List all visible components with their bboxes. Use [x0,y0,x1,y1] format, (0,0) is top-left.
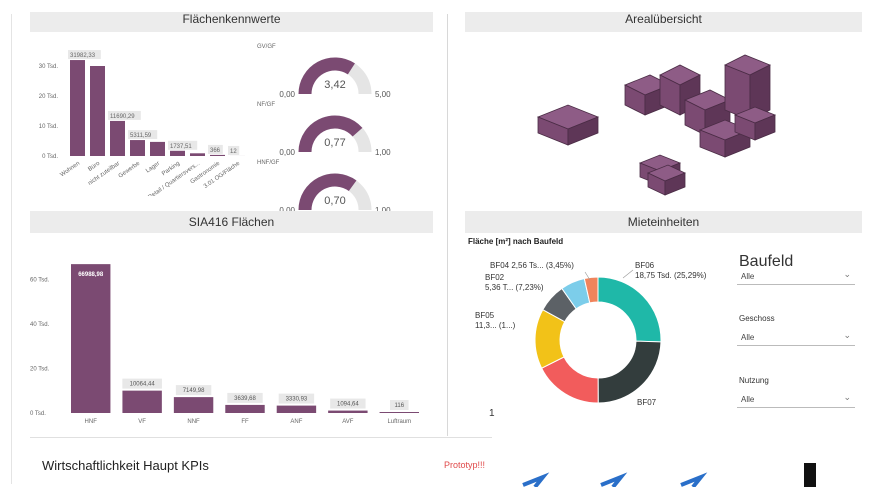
donut-subtitle: Fläche [m²] nach Baufeld [468,237,564,246]
gauge-value: 0,77 [324,137,345,149]
data-label: 366 [210,148,221,154]
data-label: 66988,98 [78,272,104,278]
gauge-label: HNF/GF [257,160,280,166]
center-divider [447,14,448,436]
bar[interactable] [130,140,145,156]
donut-data-label: BF05 [475,311,495,320]
bar[interactable] [122,390,162,413]
y-tick-label: 10 Tsd. [39,124,59,130]
y-tick-label: 30 Tsd. [39,64,59,70]
x-tick-label: FF [241,419,249,425]
bar[interactable] [70,60,85,156]
chevron-down-icon: ⌄ [843,269,851,279]
sia416-header: SIA416 Flächen [30,211,433,233]
donut-data-label: 18,75 Tsd. (25,29%) [635,271,707,280]
kpi-top-border [30,437,492,438]
arrow-right-icon [522,472,708,487]
prototype-label: Prototyp!!! [444,460,486,470]
chevron-down-icon: ⌄ [843,330,851,340]
gauge-min: 0,00 [279,148,295,157]
bar[interactable] [90,66,105,156]
x-tick-label: Gewerbe [118,160,142,179]
data-label: 10064,44 [130,382,156,388]
filter-baufeld-dropdown[interactable]: Alle ⌄ [737,266,855,285]
y-tick-label: 40 Tsd. [30,322,50,328]
mieteinheiten-header: Mieteinheiten [465,211,862,233]
filter-nutzung-dropdown[interactable]: Alle ⌄ [737,389,855,408]
data-label: 12 [230,149,237,155]
stray-label: 1 [489,408,495,419]
x-tick-label: Lager [145,161,161,175]
arrow-decoration [522,463,816,487]
bar[interactable] [173,397,214,413]
y-tick-label: 20 Tsd. [30,367,50,373]
bar[interactable] [170,150,185,156]
x-tick-label: HNF [85,419,98,425]
x-tick-label: Luftraum [387,419,411,425]
x-tick-label: 3.01 OG/Fläche [203,160,242,190]
bar[interactable] [379,412,419,413]
gauge-label: GV/GF [257,44,276,50]
flaechen-bar-chart: 0 Tsd. 10 Tsd. 20 Tsd. 30 Tsd. 31982,33 Wohne… [39,50,245,196]
y-tick-label: 0 Tsd. [42,154,58,160]
data-label: 11690,29 [110,114,135,120]
data-label: 3330,93 [286,397,308,403]
baufeld-donut-chart[interactable]: BF0618,75 Tsd. (25,29%) BF07 BF0511,3... (… [465,250,725,410]
data-label: 3639,68 [234,396,256,402]
gauge-min: 0,00 [279,90,295,99]
kpi-title: Wirtschaftlichkeit Haupt KPIs [42,458,209,473]
bar[interactable] [110,120,125,156]
x-tick-label: AVF [342,419,354,425]
bar[interactable] [276,405,317,413]
gauge-label: NF/GF [257,102,275,108]
black-bar [804,463,816,487]
data-label: 7149,98 [183,388,205,394]
x-tick-label: ANF [290,419,302,425]
bar[interactable] [150,141,165,156]
data-label: 1094,64 [337,402,359,408]
y-tick-label: 0 Tsd. [30,411,46,417]
filter-nutzung-label: Nutzung [739,376,769,385]
flaechenkennwerte-header: Flächenkennwerte [30,12,433,32]
x-tick-label: VF [138,419,146,425]
donut-data-label: BF07 [637,398,657,407]
bar[interactable] [328,410,368,413]
left-border [11,14,12,484]
bar[interactable] [210,154,225,156]
areal-3d-view[interactable] [520,45,800,205]
filter-geschoss-value: Alle [741,333,755,342]
donut-data-label: BF04 2,56 Ts... (3,45%) [490,261,574,270]
gauge-max: 5,00 [375,90,391,99]
gauge-max: 1,00 [375,148,391,157]
gauge-value: 0,70 [324,195,345,207]
y-tick-label: 20 Tsd. [39,94,59,100]
sia416-bar-chart: 0 Tsd. 20 Tsd. 40 Tsd. 60 Tsd. 66988,98 HNF 10… [30,264,419,425]
filter-geschoss-dropdown[interactable]: Alle ⌄ [737,327,855,346]
donut-slice-bf07[interactable] [597,340,662,404]
bar[interactable] [71,264,111,413]
x-tick-label: Büro [87,160,101,173]
donut-data-label: BF02 [485,273,505,282]
data-label: 1737,51 [170,144,192,150]
chevron-down-icon: ⌄ [843,392,851,402]
filter-nutzung-value: Alle [741,395,755,404]
donut-data-label: 5,36 T... (7,23%) [485,283,544,292]
bar[interactable] [190,153,205,156]
bar[interactable] [225,404,265,413]
donut-data-label: BF06 [635,261,655,270]
data-label: 116 [394,403,404,409]
leader-line [622,269,634,279]
filter-baufeld-value: Alle [741,272,755,281]
y-tick-label: 60 Tsd. [30,278,50,284]
donut-slice-bf06[interactable] [597,276,662,343]
data-label: 31982,33 [70,53,96,59]
x-tick-label: Wohnen [59,161,81,179]
arealuebersicht-header: Arealübersicht [465,12,862,32]
data-label: 5311,59 [130,133,152,139]
gauges-group: GV/GF 3,42 0,00 5,00 NF/GF 0,77 0,00 1,00 HNF/GF… [257,44,391,211]
filter-geschoss-label: Geschoss [739,314,775,323]
x-tick-label: NNF [187,419,200,425]
donut-data-label: 11,3... (1...) [475,321,516,330]
gauge-value: 3,42 [324,79,345,91]
